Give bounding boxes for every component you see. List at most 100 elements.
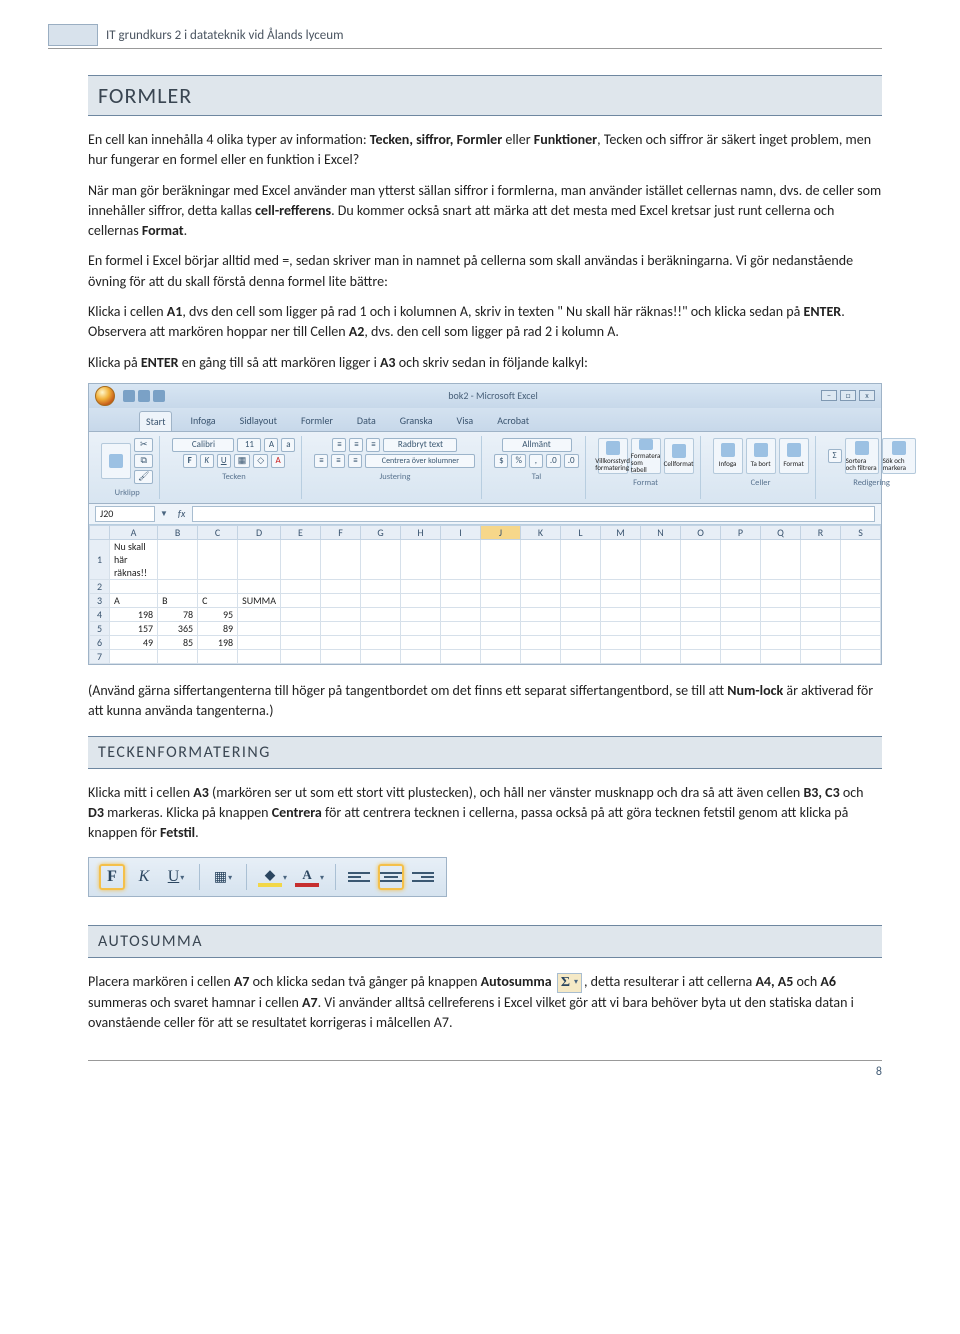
ribbon-tab-infoga[interactable]: Infoga [184, 411, 221, 431]
cell[interactable] [481, 635, 521, 649]
column-header[interactable]: A [110, 525, 158, 539]
cell[interactable] [761, 593, 801, 607]
cell[interactable] [481, 621, 521, 635]
cell[interactable] [238, 607, 281, 621]
cell[interactable]: 198 [110, 607, 158, 621]
bold-button-highlighted[interactable]: F [99, 864, 125, 890]
cell[interactable] [238, 649, 281, 663]
cell[interactable] [401, 607, 441, 621]
grow-font-button[interactable]: A [264, 438, 278, 452]
cell[interactable] [641, 593, 681, 607]
name-box-dropdown-icon[interactable]: ▼ [160, 509, 168, 519]
cell[interactable] [761, 579, 801, 593]
percent-button[interactable]: % [511, 454, 525, 468]
cell[interactable] [521, 635, 561, 649]
cell[interactable] [681, 635, 721, 649]
row-header[interactable]: 1 [90, 539, 110, 579]
insert-cells-button[interactable]: Infoga [713, 438, 743, 474]
cell[interactable]: C [198, 593, 238, 607]
name-box[interactable]: J20 [95, 506, 155, 522]
cell[interactable] [521, 607, 561, 621]
column-header[interactable]: I [441, 525, 481, 539]
cell[interactable] [281, 649, 321, 663]
cell[interactable] [561, 621, 601, 635]
font-name-select[interactable]: Calibri [172, 438, 234, 452]
cell[interactable] [441, 593, 481, 607]
cell[interactable] [281, 593, 321, 607]
row-header[interactable]: 5 [90, 621, 110, 635]
align-right-button[interactable] [410, 864, 436, 890]
column-header[interactable]: N [641, 525, 681, 539]
column-header[interactable]: D [238, 525, 281, 539]
redo-icon[interactable] [153, 390, 165, 402]
cell[interactable] [561, 593, 601, 607]
cell[interactable] [721, 539, 761, 579]
cell[interactable] [158, 579, 198, 593]
border-button[interactable]: ▦ [234, 454, 251, 468]
column-header[interactable]: K [521, 525, 561, 539]
cell[interactable] [721, 649, 761, 663]
cell[interactable] [321, 607, 361, 621]
currency-button[interactable]: $ [494, 454, 508, 468]
cell[interactable] [841, 539, 881, 579]
align-left-button[interactable] [346, 864, 372, 890]
ribbon-tab-visa[interactable]: Visa [451, 411, 480, 431]
cell[interactable] [198, 539, 238, 579]
cell[interactable] [641, 539, 681, 579]
cell[interactable] [521, 579, 561, 593]
cell[interactable] [841, 607, 881, 621]
cell[interactable] [158, 539, 198, 579]
cell[interactable] [361, 649, 401, 663]
cell[interactable] [601, 539, 641, 579]
ribbon-tab-data[interactable]: Data [351, 411, 382, 431]
column-header[interactable]: P [721, 525, 761, 539]
save-icon[interactable] [123, 390, 135, 402]
column-header[interactable]: M [601, 525, 641, 539]
cell[interactable] [681, 539, 721, 579]
office-button-icon[interactable] [95, 386, 115, 406]
cell[interactable] [198, 579, 238, 593]
cell[interactable]: Nu skall här räknas!! [110, 539, 158, 579]
column-header[interactable]: J [481, 525, 521, 539]
column-header[interactable]: Q [761, 525, 801, 539]
cell[interactable] [601, 579, 641, 593]
ribbon-tab-sidlayout[interactable]: Sidlayout [234, 411, 283, 431]
find-select-button[interactable]: Sök och markera [882, 438, 916, 474]
font-color-button[interactable]: A [271, 454, 285, 468]
cell-styles-button[interactable]: Cellformat [664, 438, 694, 474]
cell[interactable] [601, 649, 641, 663]
cell[interactable]: 49 [110, 635, 158, 649]
cell[interactable] [110, 649, 158, 663]
cell[interactable] [158, 649, 198, 663]
column-header[interactable]: G [361, 525, 401, 539]
cell[interactable] [641, 649, 681, 663]
cell[interactable] [238, 539, 281, 579]
column-header[interactable]: S [841, 525, 881, 539]
cell[interactable] [601, 621, 641, 635]
cell[interactable]: 95 [198, 607, 238, 621]
align-left-button[interactable]: ≡ [314, 454, 328, 468]
shrink-font-button[interactable]: a [281, 438, 295, 452]
cell[interactable] [401, 621, 441, 635]
cell[interactable] [801, 621, 841, 635]
cell[interactable] [801, 649, 841, 663]
column-header[interactable]: H [401, 525, 441, 539]
cell[interactable]: 89 [198, 621, 238, 635]
cell[interactable] [481, 579, 521, 593]
cell[interactable] [721, 621, 761, 635]
sort-filter-button[interactable]: Sortera och filtrera [845, 438, 879, 474]
cell[interactable] [441, 579, 481, 593]
align-right-button[interactable]: ≡ [348, 454, 362, 468]
cell[interactable] [521, 539, 561, 579]
cell[interactable]: 85 [158, 635, 198, 649]
cell[interactable] [401, 635, 441, 649]
cell[interactable] [281, 607, 321, 621]
cell[interactable] [441, 607, 481, 621]
cell[interactable] [841, 649, 881, 663]
cell[interactable] [321, 621, 361, 635]
cell[interactable] [641, 635, 681, 649]
merge-center-button[interactable]: Centrera över kolumner [365, 454, 475, 468]
cell[interactable] [281, 579, 321, 593]
cell[interactable] [401, 593, 441, 607]
cell[interactable] [761, 649, 801, 663]
